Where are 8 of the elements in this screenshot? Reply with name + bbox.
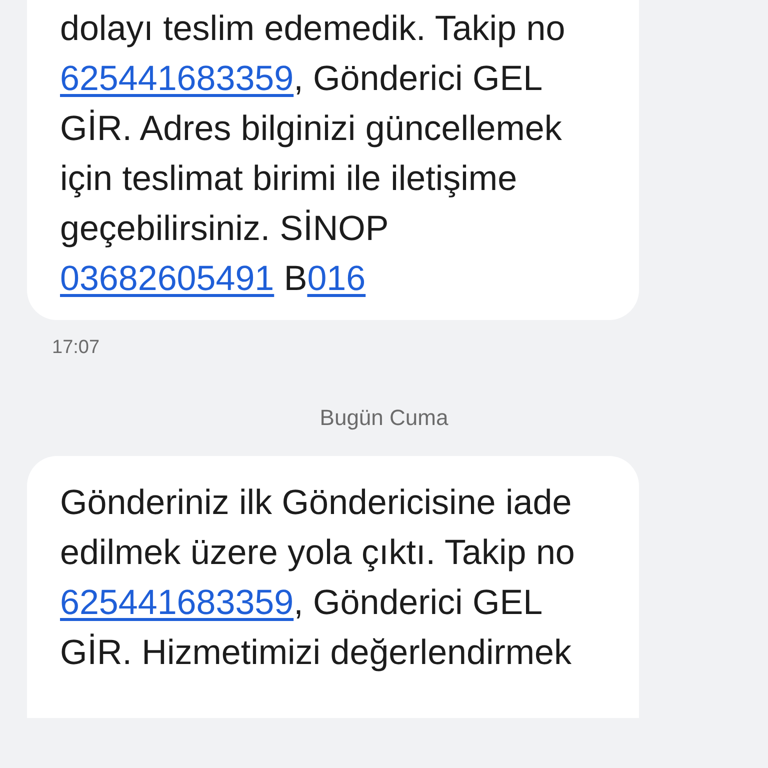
- message-link[interactable]: 03682605491: [60, 259, 274, 298]
- message-link[interactable]: 625441683359: [60, 582, 294, 622]
- date-separator: Bugün Cuma: [320, 404, 448, 432]
- message-link[interactable]: 016: [307, 259, 366, 298]
- message-link[interactable]: 625441683359: [60, 59, 294, 98]
- message-text: Gönderiniz ilk Göndericisine iade edilmek üzere yola çıktı. Takip no 625441683359, Gönderici GEL GİR. Hizmetimizi değerlendirmek: [60, 482, 576, 674]
- message-time: 17:07: [52, 336, 101, 360]
- message-text: dolayı teslim edemedik. Takip no 625441683359, Gönderici GEL GİR. Adres bilginizi güncellemek için teslimat birimi ile iletişime geçebilirsiniz. SİNOP 03682605491 B016: [60, 8, 566, 300]
